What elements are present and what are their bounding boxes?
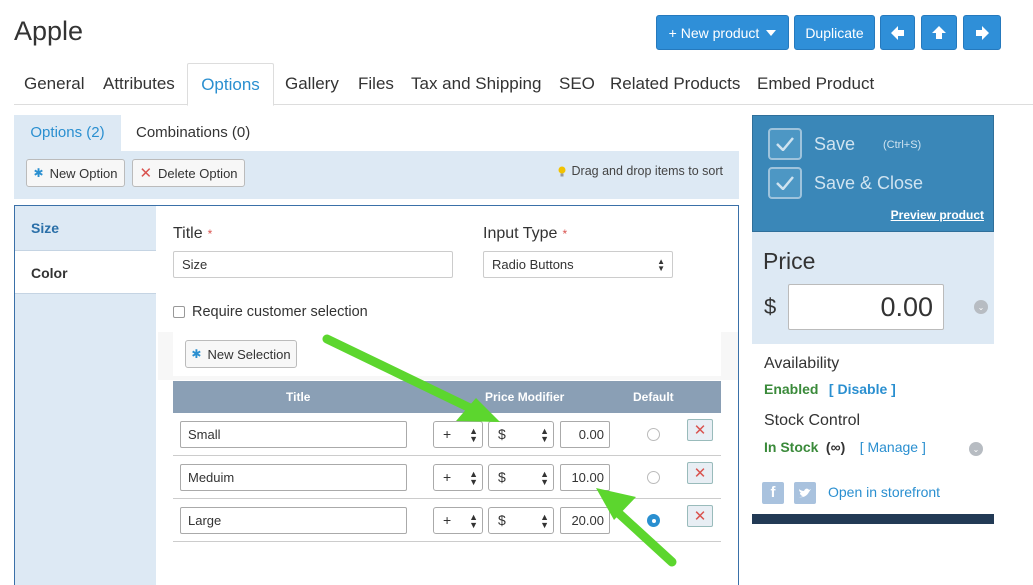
save-panel: Save (Ctrl+S) Save & Close Preview produ… <box>752 115 994 232</box>
currency-symbol: $ <box>764 294 777 319</box>
save-close-checkbox-icon[interactable] <box>768 167 802 199</box>
annotation-arrow-icon <box>322 334 500 422</box>
preview-product-link[interactable]: Preview product <box>891 208 984 222</box>
stock-row: In Stock (∞) [ Manage ] <box>764 439 926 457</box>
chevron-down-icon[interactable]: ⌄ <box>969 442 983 456</box>
manage-link[interactable]: [ Manage ] <box>860 439 926 455</box>
check-icon <box>776 176 794 190</box>
availability-panel: Availability Enabled [ Disable ] Stock C… <box>752 344 994 514</box>
price-label: Price <box>763 248 816 274</box>
stock-status: In Stock <box>764 439 819 455</box>
price-input[interactable]: 0.00 <box>788 284 944 330</box>
facebook-icon[interactable]: f <box>762 482 784 504</box>
availability-label: Availability <box>764 355 840 372</box>
annotation-arrow-icon <box>596 488 677 567</box>
stock-control-label: Stock Control <box>764 412 861 429</box>
twitter-bird-icon <box>799 488 811 498</box>
panel-footer-bar <box>752 514 994 524</box>
open-in-storefront-link[interactable]: Open in storefront <box>828 484 940 500</box>
save-button[interactable]: Save <box>814 134 855 155</box>
chevron-down-icon[interactable]: ⌄ <box>974 300 988 314</box>
stock-infinity: (∞) <box>825 439 846 455</box>
price-panel: Price $ 0.00 ⌄ <box>752 232 994 344</box>
availability-row: Enabled [ Disable ] <box>764 381 896 399</box>
save-close-button[interactable]: Save & Close <box>814 173 923 194</box>
twitter-icon[interactable] <box>794 482 816 504</box>
save-shortcut: (Ctrl+S) <box>883 139 922 151</box>
availability-status: Enabled <box>764 381 819 397</box>
disable-link[interactable]: [ Disable ] <box>829 381 896 397</box>
check-icon <box>776 137 794 151</box>
save-checkbox-icon[interactable] <box>768 128 802 160</box>
